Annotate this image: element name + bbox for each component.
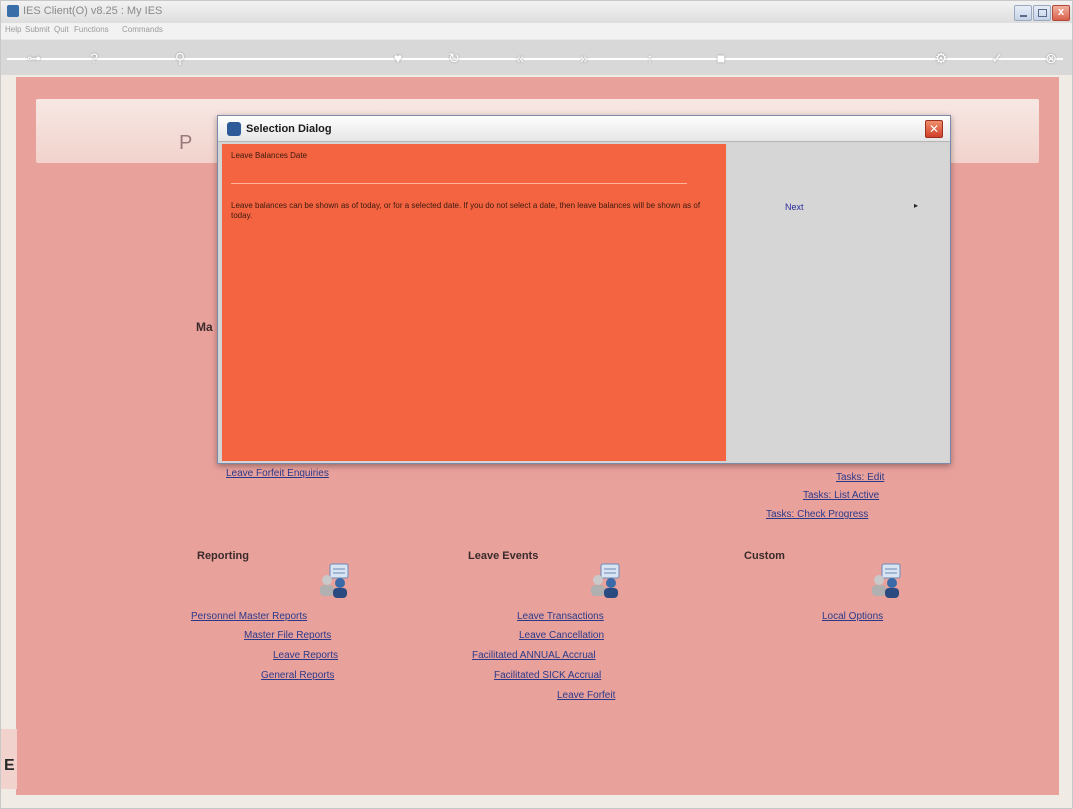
selection-dialog: Selection Dialog ✕ Leave Balances Date L… [217,115,951,464]
users-icon [591,563,620,598]
exit-icon[interactable]: ⊗ [1042,49,1060,67]
users-icon [320,563,349,598]
link-leave-forfeit[interactable]: Leave Forfeit [557,690,615,701]
section-title-leave-events: Leave Events [468,550,539,562]
maximize-button[interactable] [1033,5,1051,21]
dialog-description: Leave balances can be shown as of today,… [231,201,701,220]
next-button-label: Next [785,202,804,212]
next-button[interactable]: Next ▸ [758,196,928,218]
link-facilitated-sick-accrual[interactable]: Facilitated SICK Accrual [494,670,601,681]
link-personnel-master-reports[interactable]: Personnel Master Reports [191,611,307,622]
settings-icon[interactable]: ⚙ [932,49,950,67]
toolbar-track [7,58,1063,60]
maximize-icon [1038,9,1047,17]
menu-item-submit[interactable]: Submit [25,25,50,34]
users-icon [872,563,901,598]
link-tasks-edit[interactable]: Tasks: Edit [836,472,884,483]
close-icon: x [1058,6,1065,18]
dialog-divider [231,183,687,184]
dialog-close-button[interactable]: ✕ [925,120,943,138]
dialog-app-icon [227,122,241,136]
search-icon[interactable]: ⚲ [171,49,189,67]
link-master-file-reports[interactable]: Master File Reports [244,630,331,641]
section-title-partial: Ma [196,320,213,334]
key-icon[interactable]: ⊶ [25,49,43,67]
close-icon: ✕ [928,122,940,136]
window-title: IES Client(O) v8.25 : My IES [23,5,163,17]
dialog-options-panel: Next ▸ [728,144,948,461]
menu-bar: Help Submit Quit Functions Commands [1,23,1072,39]
section-title-reporting: Reporting [197,550,249,562]
menu-item-help[interactable]: Help [5,25,21,34]
help-icon[interactable]: ? [85,49,103,67]
link-leave-transactions[interactable]: Leave Transactions [517,611,604,622]
up-icon[interactable]: ↑ [641,49,659,67]
link-tasks-list-active[interactable]: Tasks: List Active [803,490,879,501]
refresh-icon[interactable]: ↻ [445,49,463,67]
back-icon[interactable]: « [511,49,529,67]
link-leave-reports[interactable]: Leave Reports [273,650,338,661]
side-panel-letter: E [4,757,15,774]
menu-item-functions[interactable]: Functions [74,25,109,34]
dialog-heading: Leave Balances Date [231,151,308,160]
dialog-title-bar: Selection Dialog ✕ [218,116,950,142]
toolbar: ⊶ ? ⚲ ♥ ↻ « » ↑ ■ ⚙ ✓ ⊗ [1,39,1072,75]
application-window: IES Client(O) v8.25 : My IES x Help Subm… [0,0,1073,809]
minimize-button[interactable] [1014,5,1032,21]
link-leave-forfeit-enquiries[interactable]: Leave Forfeit Enquiries [226,468,329,479]
title-bar: IES Client(O) v8.25 : My IES x [1,1,1072,23]
minimize-icon [1020,15,1027,17]
check-icon[interactable]: ✓ [988,49,1006,67]
link-tasks-check-progress[interactable]: Tasks: Check Progress [766,509,868,520]
stop-icon[interactable]: ■ [712,49,730,67]
arrow-right-icon: ▸ [914,201,919,210]
section-title-custom: Custom [744,550,785,562]
link-leave-cancellation[interactable]: Leave Cancellation [519,630,604,641]
dialog-info-panel: Leave Balances Date Leave balances can b… [222,144,726,461]
forward-icon[interactable]: » [575,49,593,67]
link-local-options[interactable]: Local Options [822,611,883,622]
link-general-reports[interactable]: General Reports [261,670,334,681]
heart-icon[interactable]: ♥ [389,49,407,67]
close-window-button[interactable]: x [1052,5,1070,21]
link-facilitated-annual-accrual[interactable]: Facilitated ANNUAL Accrual [472,650,596,661]
menu-item-quit[interactable]: Quit [54,25,69,34]
app-icon [7,5,19,17]
dialog-title: Selection Dialog [246,123,332,135]
side-panel: E [1,729,17,789]
menu-item-commands[interactable]: Commands [122,25,163,34]
page-title-partial: P [179,132,193,154]
